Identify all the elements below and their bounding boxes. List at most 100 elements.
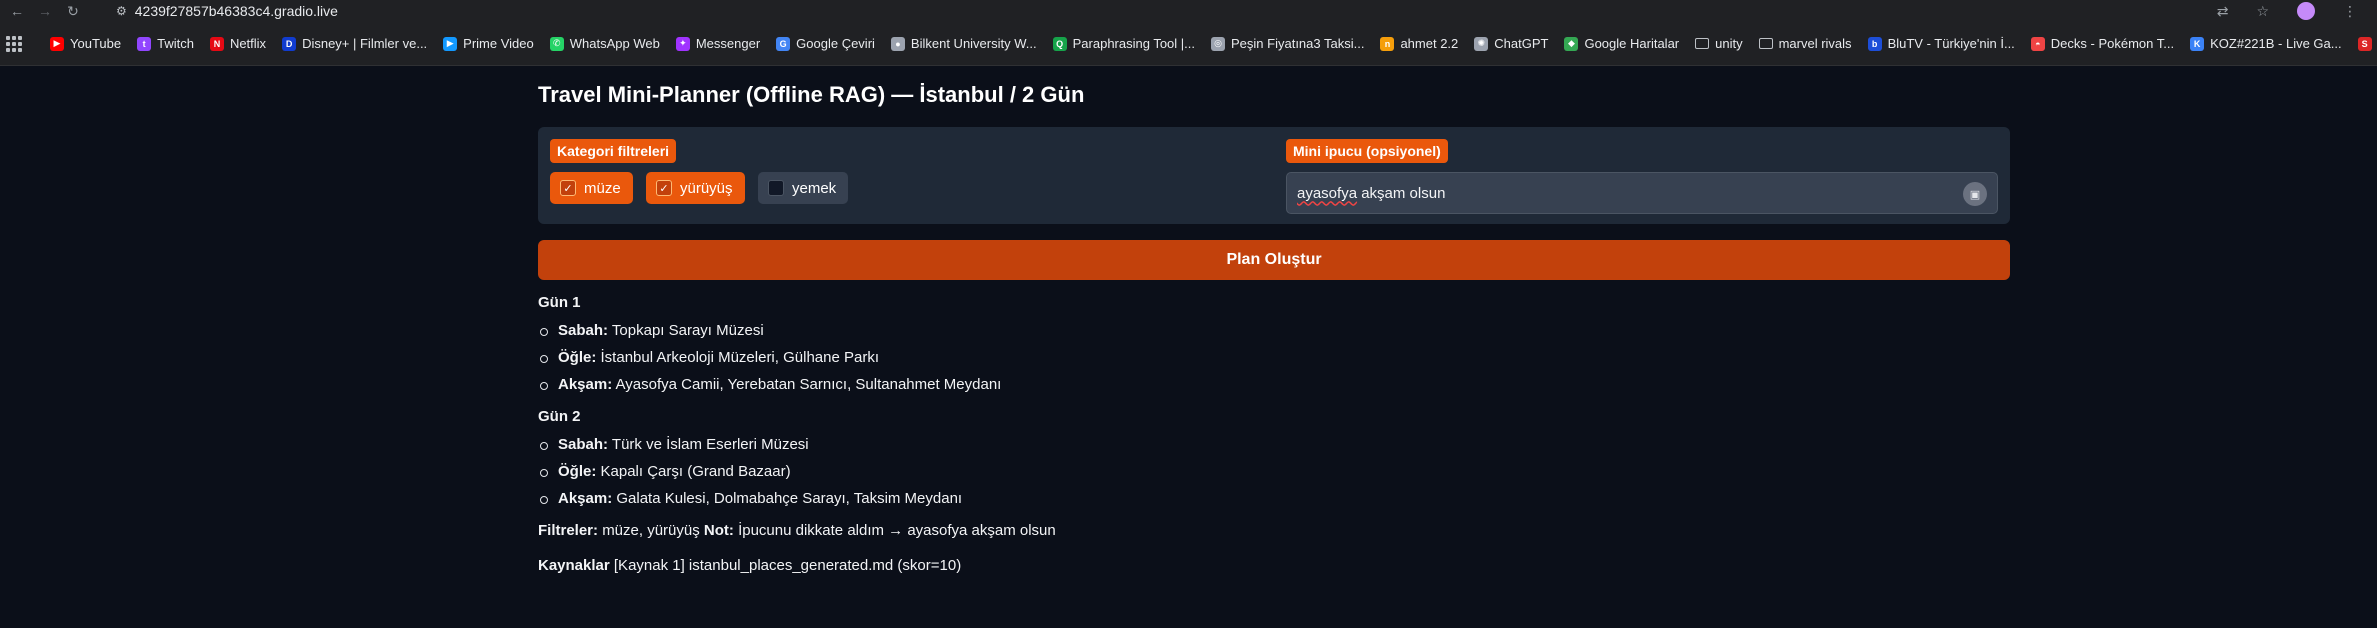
- hint-input[interactable]: ayasofya akşam olsun ▣: [1286, 172, 1998, 214]
- youtube-icon: ▶: [50, 36, 64, 51]
- filter-chip-muze[interactable]: ✓ müze: [550, 172, 633, 204]
- checkbox-unchecked-icon[interactable]: [768, 180, 784, 196]
- day-schedule-list: Sabah: Türk ve İslam Eserleri Müzesi Öğl…: [538, 431, 2010, 512]
- checkbox-checked-icon[interactable]: ✓: [656, 180, 672, 196]
- places-text: Türk ve İslam Eserleri Müzesi: [611, 436, 809, 453]
- globe-icon: ◎: [1211, 36, 1226, 51]
- bookmark-item[interactable]: b BluTV - Türkiye'nin İ...: [1867, 36, 2015, 51]
- plan-result: Gün 1 Sabah: Topkapı Sarayı Müzesi Öğle:…: [538, 294, 2010, 574]
- bookmark-label: ChatGPT: [1494, 36, 1549, 51]
- bookmark-item[interactable]: D Disney+ | Filmler ve...: [282, 36, 427, 51]
- controls-panel: Kategori filtreleri ✓ müze ✓ yürüyüş yem…: [538, 127, 2010, 224]
- profile-avatar[interactable]: [2297, 2, 2315, 20]
- url-field[interactable]: ⚙ 4239f27857b46383c4.gradio.live: [116, 0, 338, 22]
- bookmark-item[interactable]: n ahmet 2.2: [1380, 36, 1458, 51]
- bookmark-item[interactable]: N Netflix: [209, 36, 266, 51]
- places-text: Topkapı Sarayı Müzesi: [611, 322, 764, 339]
- twitch-icon: t: [137, 36, 152, 51]
- bilkent-icon: ●: [890, 36, 905, 51]
- day-title: Gün 2: [538, 408, 581, 425]
- day-block-2: Gün 2 Sabah: Türk ve İslam Eserleri Müze…: [538, 408, 2010, 512]
- checkbox-checked-icon[interactable]: ✓: [560, 180, 576, 196]
- bookmark-item[interactable]: ✆ WhatsApp Web: [549, 36, 660, 51]
- google-maps-icon: ◆: [1564, 36, 1579, 51]
- time-slot-label: Öğle:: [558, 349, 597, 366]
- bookmark-star-icon[interactable]: ☆: [2256, 3, 2269, 20]
- bookmark-item[interactable]: ◓ Decks - Pokémon T...: [2030, 36, 2175, 51]
- filter-chip-label: müze: [584, 179, 621, 197]
- bookmark-item[interactable]: ▶ Prime Video: [443, 36, 534, 51]
- filter-chip-yemek[interactable]: yemek: [758, 172, 849, 204]
- bookmark-item[interactable]: unity: [1695, 36, 1743, 51]
- filter-chip-label: yemek: [792, 179, 837, 197]
- places-text: Galata Kulesi, Dolmabahçe Sarayı, Taksim…: [616, 490, 963, 507]
- sources-value: [Kaynak 1] istanbul_places_generated.md …: [613, 557, 962, 574]
- places-text: Kapalı Çarşı (Grand Bazaar): [600, 463, 791, 480]
- bookmark-label: BluTV - Türkiye'nin İ...: [1887, 36, 2015, 51]
- pokemon-icon: ◓: [2030, 36, 2045, 51]
- bookmark-label: unity: [1715, 36, 1743, 51]
- filters-note-line: Filtreler: müze, yürüyüş Not: İpucunu di…: [538, 522, 2010, 539]
- bookmark-item[interactable]: t Twitch: [137, 36, 194, 51]
- bookmark-item[interactable]: ✺ ChatGPT: [1474, 36, 1548, 51]
- extension-bot-icon[interactable]: ▣: [1963, 182, 1987, 206]
- reload-icon[interactable]: ↻: [62, 0, 84, 22]
- bookmark-label: Bilkent University W...: [910, 36, 1037, 51]
- bookmark-label: ahmet 2.2: [1400, 36, 1459, 51]
- sayko-icon: S: [2357, 36, 2372, 51]
- places-text: Ayasofya Camii, Yerebatan Sarnıcı, Sulta…: [615, 376, 1002, 393]
- bookmark-item[interactable]: ● Bilkent University W...: [890, 36, 1037, 51]
- list-item: Öğle: Kapalı Çarşı (Grand Bazaar): [538, 458, 2010, 485]
- filters-label: Kategori filtreleri: [550, 139, 677, 163]
- bookmark-label: Messenger: [695, 36, 761, 51]
- note-label: Not:: [703, 522, 734, 539]
- bookmark-label: Disney+ | Filmler ve...: [302, 36, 428, 51]
- day-title: Gün 1: [538, 294, 581, 311]
- bookmark-label: Twitch: [157, 36, 194, 51]
- bookmark-item[interactable]: K KOZ#221B - Live Ga...: [2190, 36, 2342, 51]
- time-slot-label: Akşam:: [558, 376, 613, 393]
- bookmark-item[interactable]: SSayko: [2357, 36, 2377, 51]
- bookmark-item[interactable]: marvel rivals: [1758, 36, 1852, 51]
- list-item: Öğle: İstanbul Arkeoloji Müzeleri, Gülha…: [538, 344, 2010, 371]
- url-text: 4239f27857b46383c4.gradio.live: [134, 3, 338, 19]
- list-item: Akşam: Ayasofya Camii, Yerebatan Sarnıcı…: [538, 371, 2010, 398]
- filters-line-value: müze, yürüyüş: [602, 522, 700, 539]
- bookmark-item[interactable]: ◎ Peşin Fiyatına3 Taksi...: [1211, 36, 1364, 51]
- disney-icon: D: [282, 36, 297, 51]
- list-item: Sabah: Türk ve İslam Eserleri Müzesi: [538, 431, 2010, 458]
- folder-icon: [1758, 38, 1773, 49]
- bookmark-item[interactable]: ✦ Messenger: [675, 36, 761, 51]
- bookmark-item[interactable]: ◆ Google Haritalar: [1564, 36, 1679, 51]
- note-value: İpucunu dikkate aldım → ayasofya akşam o…: [738, 522, 1056, 539]
- bookmark-label: Google Çeviri: [796, 36, 875, 51]
- bookmark-item[interactable]: ▶ YouTube: [50, 36, 121, 51]
- blutv-icon: b: [1867, 36, 1882, 51]
- bookmark-label: WhatsApp Web: [569, 36, 660, 51]
- netflix-icon: N: [209, 36, 224, 51]
- bookmark-label: marvel rivals: [1778, 36, 1852, 51]
- translate-icon[interactable]: ⇄: [2217, 3, 2229, 20]
- forward-icon[interactable]: →: [34, 0, 56, 22]
- time-slot-label: Sabah:: [558, 436, 609, 453]
- filter-chip-yuruyus[interactable]: ✓ yürüyüş: [646, 172, 745, 204]
- folder-icon: [1695, 38, 1710, 49]
- bookmark-item[interactable]: G Google Çeviri: [776, 36, 875, 51]
- bookmark-label: Decks - Pokémon T...: [2050, 36, 2175, 51]
- hint-text-misspelled: ayasofya: [1297, 184, 1358, 202]
- back-icon[interactable]: ←: [6, 0, 28, 22]
- koz-icon: K: [2190, 36, 2205, 51]
- plan-create-button[interactable]: Plan Oluştur: [538, 240, 2010, 280]
- time-slot-label: Öğle:: [558, 463, 597, 480]
- apps-grid-icon[interactable]: [6, 35, 22, 52]
- places-text: İstanbul Arkeoloji Müzeleri, Gülhane Par…: [600, 349, 879, 366]
- time-slot-label: Sabah:: [558, 322, 609, 339]
- menu-dots-icon[interactable]: ⋮: [2343, 3, 2357, 20]
- time-slot-label: Akşam:: [558, 490, 613, 507]
- sources-line: Kaynaklar [Kaynak 1] istanbul_places_gen…: [538, 557, 2010, 574]
- messenger-icon: ✦: [675, 36, 690, 51]
- bookmark-label: YouTube: [70, 36, 122, 51]
- hint-text: akşam olsun: [1357, 184, 1446, 202]
- bookmark-item[interactable]: Q Paraphrasing Tool |...: [1052, 36, 1195, 51]
- site-info-icon[interactable]: ⚙: [116, 4, 127, 18]
